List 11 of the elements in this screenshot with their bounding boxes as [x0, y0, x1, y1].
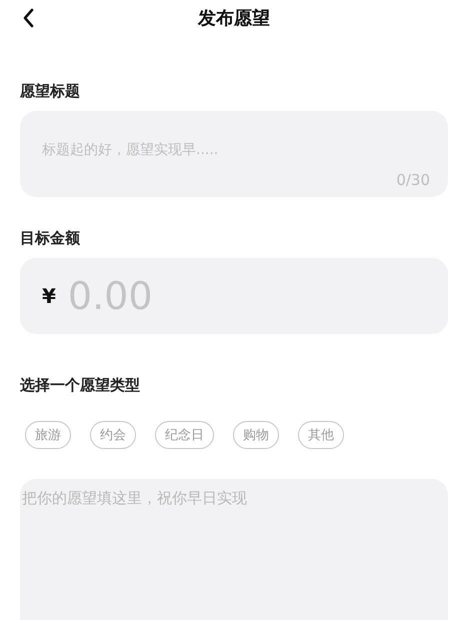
tag-chip[interactable]: 购物 [233, 421, 279, 449]
page-title: 发布愿望 [198, 7, 270, 30]
section-label: 选择一个愿望类型 [20, 376, 141, 395]
description-field[interactable]: 把你的愿望填这里，祝你早日实现 [20, 479, 448, 620]
tag-chip[interactable]: 旅游 [25, 421, 71, 449]
field-label: 愿望标题 [20, 82, 81, 101]
tag-chip[interactable]: 纪念日 [155, 421, 214, 449]
currency-symbol: ¥ [42, 284, 56, 308]
field-label: 目标金额 [20, 229, 81, 248]
tag-chip[interactable]: 约会 [90, 421, 136, 449]
tag-chip[interactable]: 其他 [298, 421, 344, 449]
